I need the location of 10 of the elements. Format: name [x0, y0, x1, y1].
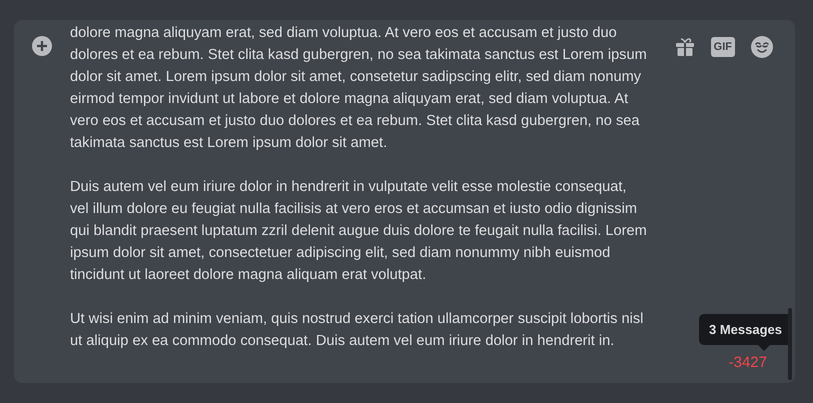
add-icon[interactable] — [32, 36, 52, 56]
gift-icon[interactable] — [674, 37, 695, 57]
scrollbar[interactable] — [788, 308, 792, 380]
message-paragraph: dolore magna aliquyam erat, sed diam voluptua. At vero eos et accusam et justo duo dolores et ea rebum. Stet clita kasd gubergren, no sea takimata sanctus est Lorem ipsum dolor sit amet. Lorem ipsum dolor sit amet, consetetur sadipscing elitr, sed diam nonumy eirmod tempor invidunt ut labore et dolore magna aliquyam erat, sed diam voluptua. At vero eos et accusam et justo duo dolores et ea rebum. Stet clita kasd gubergren, no sea takimata sanctus est Lorem ipsum dolor sit amet. — [70, 24, 648, 153]
gif-button[interactable]: GIF — [710, 37, 735, 57]
message-paragraph: Ut wisi enim ad minim veniam, quis nostrud exerci tation ullamcorper suscipit lobortis nisl ut aliquip ex ea commodo consequat. Duis autem vel eum iriure dolor in hendrerit in. — [70, 310, 644, 351]
message-composer[interactable] — [14, 20, 795, 383]
message-paragraph: Duis autem vel eum iriure dolor in hendrerit in vulputate velit esse molestie consequat, vel illum dolore eu feugiat nulla facilisis at vero eros et accumsan et iusto odio dignissim qui blandit praesent luptatum zzril delenit augue duis dolore te feugait nulla facilisi. Lorem ipsum dolor sit amet, consectetuer adipiscing elit, sed diam nonummy nibh euismod tincidunt ut laoreet dolore magna aliquam erat volutpat. — [70, 178, 648, 285]
character-counter: -3427 — [728, 354, 767, 371]
smiley-icon[interactable] — [751, 36, 773, 58]
